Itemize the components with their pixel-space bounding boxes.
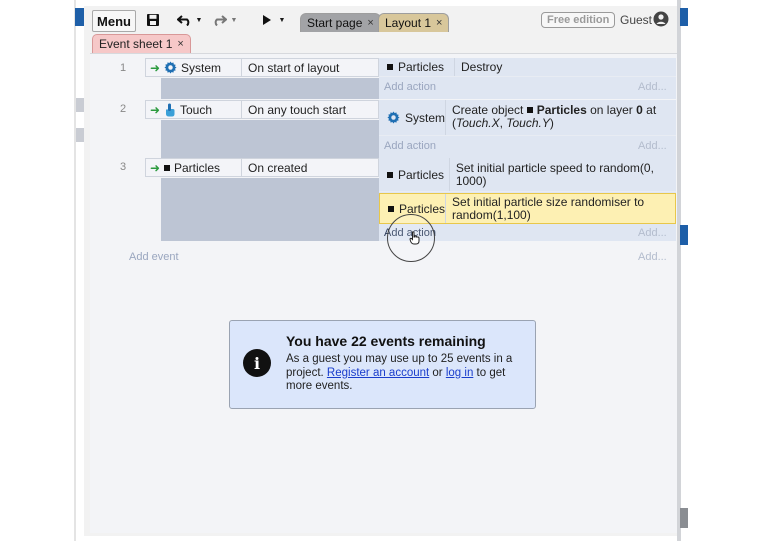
log-in-link[interactable]: log in [446, 367, 474, 379]
close-icon[interactable]: × [177, 38, 183, 50]
notice-text: or [429, 366, 446, 379]
main-toolbar: Menu ▼ ▼ ▼ Start page × Layout 1 × Free … [84, 6, 677, 34]
play-icon[interactable] [260, 11, 274, 29]
action-row[interactable]: Particles Set initial particle speed to … [379, 158, 676, 192]
action-text-part: on layer [586, 103, 637, 117]
condition-text: On start of layout [248, 60, 340, 75]
action-object-label: System [405, 110, 446, 125]
event-condition[interactable]: ➜ Particles On created [145, 158, 379, 177]
left-panel-hint [76, 128, 84, 142]
action-text-part: ) [549, 116, 554, 130]
tab-layout-1[interactable]: Layout 1 × [378, 13, 450, 32]
save-icon[interactable] [144, 11, 162, 29]
action-object-label: Particles [398, 167, 445, 182]
hand-cursor-icon [409, 231, 420, 245]
add-action-link[interactable]: Add action [384, 140, 436, 152]
trigger-arrow-icon: ➜ [149, 160, 161, 175]
add-more-link[interactable]: Add... [638, 251, 667, 263]
action-object: Particles [379, 58, 455, 76]
tab-event-sheet-1[interactable]: Event sheet 1 × [92, 34, 191, 53]
add-event-link[interactable]: Add event [129, 251, 179, 263]
event-condition-area[interactable] [161, 120, 379, 160]
event-number: 1 [119, 62, 127, 74]
add-more-link[interactable]: Add... [638, 227, 667, 239]
add-more-link[interactable]: Add... [638, 81, 667, 93]
condition-object-label: Particles [174, 160, 221, 175]
condition-object-label: Touch [180, 102, 213, 117]
undo-dropdown-icon[interactable]: ▼ [195, 11, 203, 29]
event-condition-area[interactable] [161, 178, 379, 241]
condition-object-label: System [181, 60, 222, 75]
right-panel-edge [677, 0, 763, 541]
redo-icon[interactable] [210, 11, 228, 29]
register-account-link[interactable]: Register an account [327, 367, 429, 379]
event-condition[interactable]: ➜ Touch On any touch start [145, 100, 379, 119]
redo-dropdown-icon[interactable]: ▼ [230, 11, 238, 29]
action-row[interactable]: Particles Destroy [379, 58, 676, 77]
tab-label: Layout 1 [385, 16, 432, 30]
undo-icon[interactable] [176, 11, 194, 29]
add-action-link[interactable]: Add action [384, 81, 436, 93]
event-number: 2 [119, 103, 127, 115]
action-param-y: Touch.Y [506, 116, 550, 130]
user-account-icon[interactable] [653, 11, 669, 27]
events-remaining-notice: i You have 22 events remaining As a gues… [229, 320, 536, 409]
action-text: Create object Particles on layer 0 at (T… [446, 100, 676, 135]
notice-body: As a guest you may use up to 25 events i… [286, 353, 526, 394]
action-text: Set initial particle size randomiser to … [452, 194, 645, 222]
trigger-arrow-icon: ➜ [149, 102, 161, 117]
gear-icon [164, 61, 177, 74]
gear-icon [387, 111, 400, 124]
play-dropdown-icon[interactable]: ▼ [278, 11, 286, 29]
action-row[interactable]: System Create object Particles on layer … [379, 100, 676, 136]
event-number: 3 [119, 161, 127, 173]
action-text-part: Create object [452, 103, 527, 117]
event-condition[interactable]: ➜ System On start of layout [145, 58, 379, 77]
tab-start-page[interactable]: Start page × [300, 13, 381, 32]
left-panel-hint [76, 98, 84, 112]
notice-title: You have 22 events remaining [286, 333, 486, 349]
left-panel-border [74, 0, 76, 541]
condition-text: On created [248, 160, 308, 175]
right-panel-tab[interactable] [680, 8, 688, 26]
info-icon: i [243, 349, 271, 377]
action-param-layer: 0 [636, 103, 643, 117]
action-text: Destroy [461, 59, 503, 74]
trigger-arrow-icon: ➜ [149, 60, 161, 75]
particles-icon [387, 171, 393, 178]
action-param-object: Particles [536, 103, 587, 117]
particles-icon [387, 64, 393, 70]
tab-label: Event sheet 1 [99, 37, 173, 51]
action-text: Set initial particle speed to random(0, … [455, 160, 654, 188]
left-panel-edge [0, 0, 84, 541]
close-icon[interactable]: × [436, 17, 442, 29]
right-panel-tab[interactable] [680, 225, 688, 245]
particles-icon [526, 107, 533, 113]
close-icon[interactable]: × [367, 17, 373, 29]
event-sheet: 1 ➜ System On start of layout Particles … [90, 53, 677, 533]
left-panel-tab[interactable] [75, 8, 84, 26]
condition-object: Touch [164, 101, 242, 118]
action-object-label: Particles [398, 60, 445, 74]
app-window: Menu ▼ ▼ ▼ Start page × Layout 1 × Free … [84, 6, 677, 536]
event-condition-area[interactable] [161, 78, 379, 99]
right-panel-scroll[interactable] [680, 508, 688, 528]
add-more-link[interactable]: Add... [638, 140, 667, 152]
condition-object: Particles [164, 159, 242, 176]
particles-icon [388, 205, 394, 212]
menu-button[interactable]: Menu [92, 10, 136, 32]
user-label[interactable]: Guest [620, 13, 652, 27]
particles-icon [164, 164, 170, 171]
condition-text: On any touch start [248, 102, 347, 117]
touch-icon [166, 103, 175, 116]
action-object: Particles [379, 158, 450, 191]
action-object: System [379, 100, 447, 135]
tab-label: Start page [307, 16, 363, 30]
action-param-x: Touch.X [456, 116, 500, 130]
edition-badge[interactable]: Free edition [541, 12, 616, 28]
condition-object: System [164, 59, 242, 76]
right-panel-border [677, 0, 681, 541]
